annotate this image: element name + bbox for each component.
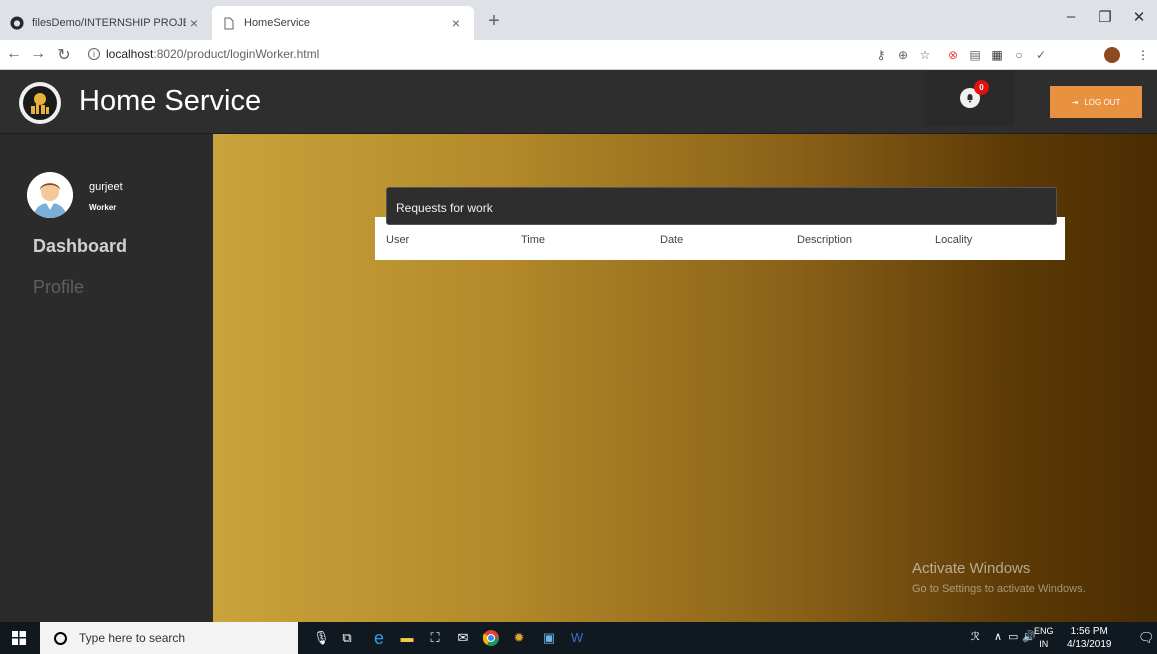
browser-tab-github[interactable]: filesDemo/INTERNSHIP PROJECT ×	[0, 6, 212, 40]
extension-clipboard-icon[interactable]: ▤	[968, 48, 982, 62]
clock-time: 1:56 PM	[1070, 626, 1108, 637]
language-indicator[interactable]: ENG IN	[1034, 625, 1054, 651]
profile-avatar-icon[interactable]	[1104, 47, 1120, 63]
back-arrow-icon[interactable]: ←	[4, 45, 24, 63]
edge-icon[interactable]: e	[371, 629, 387, 647]
extension-grid-icon[interactable]: ▦	[990, 48, 1004, 62]
battery-icon[interactable]: ▭	[1008, 630, 1018, 643]
sidebar: gurjeet Worker Dashboard Profile	[0, 134, 213, 622]
word-icon[interactable]: W	[569, 630, 585, 646]
clock-date: 4/13/2019	[1067, 639, 1112, 650]
cortana-icon	[54, 631, 67, 645]
column-header-time: Time	[521, 234, 546, 246]
taskbar-clock[interactable]: 1:56 PM 4/13/2019	[1067, 625, 1112, 651]
logout-icon: ⇥	[1071, 97, 1079, 107]
task-view-icon[interactable]: ⧉	[339, 630, 355, 646]
notifications-panel: 0	[924, 70, 1014, 126]
column-header-locality: Locality	[935, 234, 973, 246]
store-icon[interactable]: ⛶	[427, 630, 443, 646]
brand-title[interactable]: Home Service	[79, 85, 261, 118]
activate-windows-subtitle: Go to Settings to activate Windows.	[912, 583, 1086, 595]
forward-arrow-icon[interactable]: →	[28, 45, 48, 63]
reload-icon[interactable]: ↻	[54, 45, 74, 65]
main-content: Requests for work User Time Date Descrip…	[213, 134, 1157, 622]
url-field[interactable]: i localhost:8020/product/loginWorker.htm…	[88, 47, 319, 61]
app-header: Home Service 0 ⇥ LOG OUT	[0, 70, 1157, 134]
tab-title: filesDemo/INTERNSHIP PROJECT	[32, 17, 186, 29]
url-path: :8020/product/loginWorker.html	[153, 47, 320, 61]
people-icon[interactable]: ℛ	[971, 630, 980, 643]
user-role: Worker	[89, 203, 117, 212]
key-icon[interactable]: ⚷	[874, 48, 888, 62]
mail-icon[interactable]: ✉	[455, 630, 471, 646]
windows-start-icon[interactable]	[12, 631, 26, 650]
avatar	[27, 172, 73, 218]
notification-badge: 0	[974, 80, 989, 95]
browser-tab-homeservice[interactable]: HomeService ×	[212, 6, 474, 40]
extension-circle-icon[interactable]: ○	[1012, 48, 1026, 62]
close-icon[interactable]: ×	[186, 15, 202, 31]
github-icon	[10, 16, 24, 30]
photos-icon[interactable]: ▣	[541, 630, 557, 646]
tab-title: HomeService	[244, 17, 311, 29]
column-header-date: Date	[660, 234, 684, 246]
zoom-icon[interactable]: ⊕	[896, 48, 910, 62]
lang-top: ENG	[1034, 626, 1054, 636]
logout-button[interactable]: ⇥ LOG OUT	[1050, 86, 1142, 118]
minimize-icon[interactable]: –	[1056, 8, 1086, 25]
app-icon[interactable]: ✹	[511, 630, 527, 646]
logout-label: LOG OUT	[1084, 97, 1121, 107]
lang-bottom: IN	[1039, 639, 1049, 649]
requests-card-title: Requests for work	[386, 187, 1057, 225]
sidebar-item-profile[interactable]: Profile	[33, 277, 84, 298]
extension-blocked-icon[interactable]: ⊗	[946, 48, 960, 62]
info-icon[interactable]: i	[88, 48, 100, 60]
file-explorer-icon[interactable]: ▬	[399, 630, 415, 646]
action-center-icon[interactable]: 🗨	[1138, 630, 1155, 646]
menu-dots-icon[interactable]: ⋮	[1136, 48, 1150, 62]
home-service-logo-icon	[19, 82, 61, 124]
taskbar-search-box[interactable]: Type here to search	[40, 622, 298, 654]
username: gurjeet	[89, 181, 123, 193]
new-tab-button[interactable]: +	[482, 10, 506, 33]
browser-tab-strip: filesDemo/INTERNSHIP PROJECT × HomeServi…	[0, 0, 1157, 40]
window-close-icon[interactable]: ✕	[1124, 8, 1154, 26]
chevron-up-icon[interactable]: ∧	[994, 630, 1002, 643]
column-header-description: Description	[797, 234, 853, 246]
windows-taskbar: Type here to search 🎙 ⧉ e ▬ ⛶ ✉ ✹ ▣ W ℛ …	[0, 622, 1157, 654]
taskbar-search-placeholder: Type here to search	[79, 631, 186, 645]
column-header-user: User	[386, 234, 410, 246]
restore-icon[interactable]: ❐	[1090, 8, 1120, 26]
star-icon[interactable]: ☆	[918, 48, 932, 62]
extension-check-icon[interactable]: ✓	[1034, 48, 1048, 62]
sidebar-item-dashboard[interactable]: Dashboard	[33, 236, 127, 257]
address-bar-row: ← → ↻ i localhost:8020/product/loginWork…	[0, 40, 1157, 70]
page-icon	[222, 16, 236, 30]
close-icon[interactable]: ×	[448, 15, 464, 31]
url-host: localhost	[106, 47, 154, 61]
microphone-icon[interactable]: 🎙	[313, 630, 330, 646]
chrome-icon[interactable]	[482, 630, 499, 646]
activate-windows-title: Activate Windows	[912, 560, 1031, 577]
